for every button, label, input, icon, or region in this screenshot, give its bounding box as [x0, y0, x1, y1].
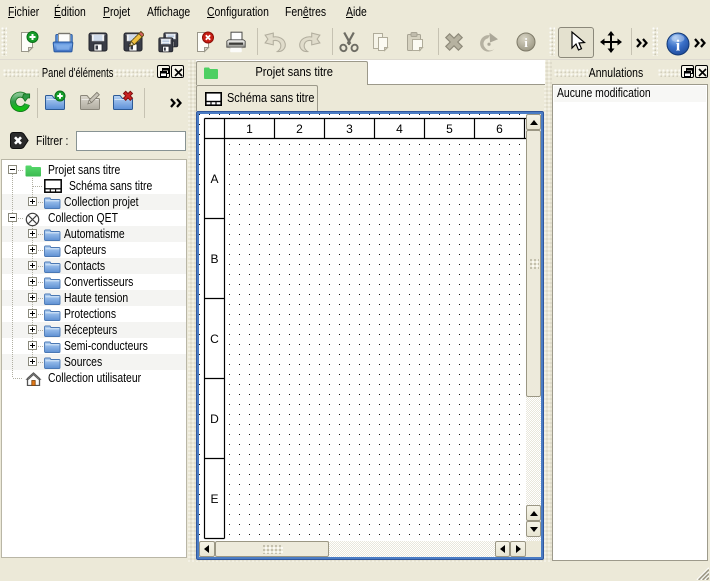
- svg-text:5: 5: [446, 122, 453, 136]
- svg-text:i: i: [676, 38, 681, 55]
- svg-text:1: 1: [246, 122, 253, 136]
- svg-text:6: 6: [496, 122, 503, 136]
- svg-text:C: C: [210, 332, 219, 346]
- svg-text:2: 2: [296, 122, 303, 136]
- svg-text:E: E: [210, 492, 218, 506]
- svg-text:4: 4: [396, 122, 403, 136]
- svg-text:i: i: [524, 35, 528, 50]
- svg-text:B: B: [210, 252, 218, 266]
- svg-text:3: 3: [346, 122, 353, 136]
- svg-text:D: D: [210, 412, 219, 426]
- svg-text:A: A: [210, 172, 218, 186]
